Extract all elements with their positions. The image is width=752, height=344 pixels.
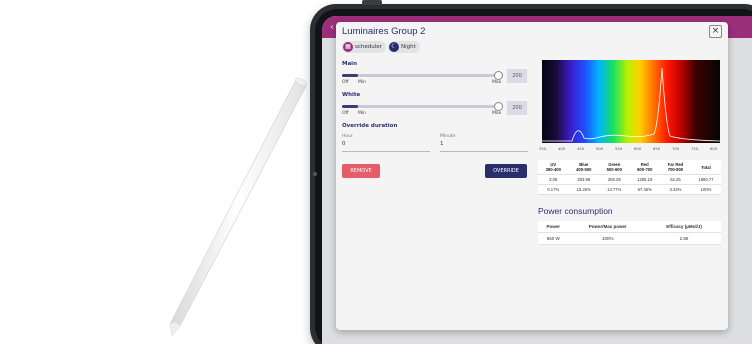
column-header: Far Red 700-800	[660, 160, 691, 175]
table-cell: 283.99	[568, 174, 599, 185]
table-cell: 67.46%	[629, 184, 660, 195]
hour-underline	[342, 151, 430, 152]
override-label: Override duration	[342, 123, 398, 129]
table-cell: 1860.77	[690, 174, 721, 185]
main-min-label: Min	[358, 80, 366, 85]
chip-scheduler[interactable]: ▦ scheduler	[342, 41, 386, 53]
column-header: UV 350-400	[538, 160, 569, 175]
hour-input[interactable]: 0	[342, 141, 346, 147]
tick-label: 350	[539, 146, 547, 151]
table-cell: 650 W	[538, 232, 569, 245]
remove-button[interactable]: REMOVE	[342, 164, 380, 178]
column-header: Red 600-700	[629, 160, 660, 175]
table-row: 3.08 283.99 256.28 1255.19 62.25 1860.77	[538, 174, 721, 185]
table-cell: 3.08	[538, 174, 569, 185]
main-value-box[interactable]: 200	[507, 69, 527, 83]
minute-label: Minute	[440, 134, 456, 139]
table-cell: 100%	[568, 232, 648, 245]
power-consumption-title: Power consumption	[538, 206, 613, 216]
spectrum-band	[542, 60, 720, 143]
override-button[interactable]: OVERRIDE	[485, 164, 527, 178]
table-cell: 3.34%	[660, 184, 691, 195]
table-cell: 2.86	[647, 232, 721, 245]
white-label: White	[342, 92, 361, 98]
tick-label: 550	[615, 146, 623, 151]
tick-label: 800	[710, 146, 718, 151]
table-cell: 15.26%	[568, 184, 599, 195]
close-button[interactable]: ×	[709, 25, 722, 38]
minute-input[interactable]: 1	[440, 141, 444, 147]
white-max-label: Max	[492, 111, 502, 116]
chip-scheduler-label: scheduler	[355, 44, 382, 50]
column-header: Efficacy (µMol/J)	[647, 221, 721, 233]
minute-underline	[440, 151, 528, 152]
tick-label: 700	[672, 146, 680, 151]
tick-label: 450	[577, 146, 585, 151]
white-slider[interactable]	[342, 102, 503, 111]
dialog-title: Luminaires Group 2	[342, 26, 426, 37]
table-row: 0.17% 15.26% 13.77% 67.46% 3.34% 100%	[538, 184, 721, 195]
moon-icon: ☾	[389, 42, 399, 52]
spectrum-table: UV 350-400 Blue 400-500 Green 500-600 Red 60…	[538, 160, 721, 195]
power-table: Power Power/Max power Efficacy (µMol/J) …	[538, 221, 721, 245]
table-header-row: UV 350-400 Blue 400-500 Green 500-600 Red 60…	[538, 160, 721, 175]
spectrum-chart	[542, 60, 720, 143]
back-chevron-icon[interactable]: ‹	[330, 22, 334, 33]
tick-label: 650	[653, 146, 661, 151]
white-slider-off-segment	[342, 105, 358, 108]
white-value-box[interactable]: 200	[507, 101, 527, 115]
chip-night[interactable]: ☾ Night	[388, 41, 420, 53]
table-header-row: Power Power/Max power Efficacy (µMol/J)	[538, 221, 721, 233]
table-cell: 62.25	[660, 174, 691, 185]
main-slider-off-segment	[342, 74, 358, 77]
column-header: Green 500-600	[599, 160, 630, 175]
table-cell: 0.17%	[538, 184, 569, 195]
tick-label: 600	[634, 146, 642, 151]
table-cell: 13.77%	[599, 184, 630, 195]
table-cell: 256.28	[599, 174, 630, 185]
apple-pencil	[169, 77, 307, 337]
main-off-label: Off	[342, 80, 349, 85]
tablet-power-button	[362, 0, 382, 5]
white-slider-thumb[interactable]	[494, 102, 503, 111]
white-min-label: Min	[358, 111, 366, 116]
chip-night-label: Night	[401, 44, 416, 50]
table-cell: 100%	[690, 184, 721, 195]
column-header: Power/Max power	[568, 221, 648, 233]
main-slider[interactable]	[342, 71, 503, 80]
tick-label: 500	[596, 146, 604, 151]
tick-label: 400	[558, 146, 566, 151]
table-cell: 1255.19	[629, 174, 660, 185]
camera-icon	[313, 172, 317, 176]
table-row: 650 W 100% 2.86	[538, 232, 721, 245]
luminaire-group-dialog: Luminaires Group 2 × ▦ scheduler ☾ Night…	[336, 22, 728, 330]
main-max-label: Max	[492, 80, 502, 85]
calendar-icon: ▦	[343, 42, 353, 52]
main-label: Main	[342, 61, 357, 67]
column-header: Power	[538, 221, 569, 233]
white-off-label: Off	[342, 111, 349, 116]
column-header: Total	[690, 160, 721, 175]
hour-label: Hour	[342, 134, 353, 139]
main-slider-thumb[interactable]	[494, 71, 503, 80]
tick-label: 750	[691, 146, 699, 151]
column-header: Blue 400-500	[568, 160, 599, 175]
